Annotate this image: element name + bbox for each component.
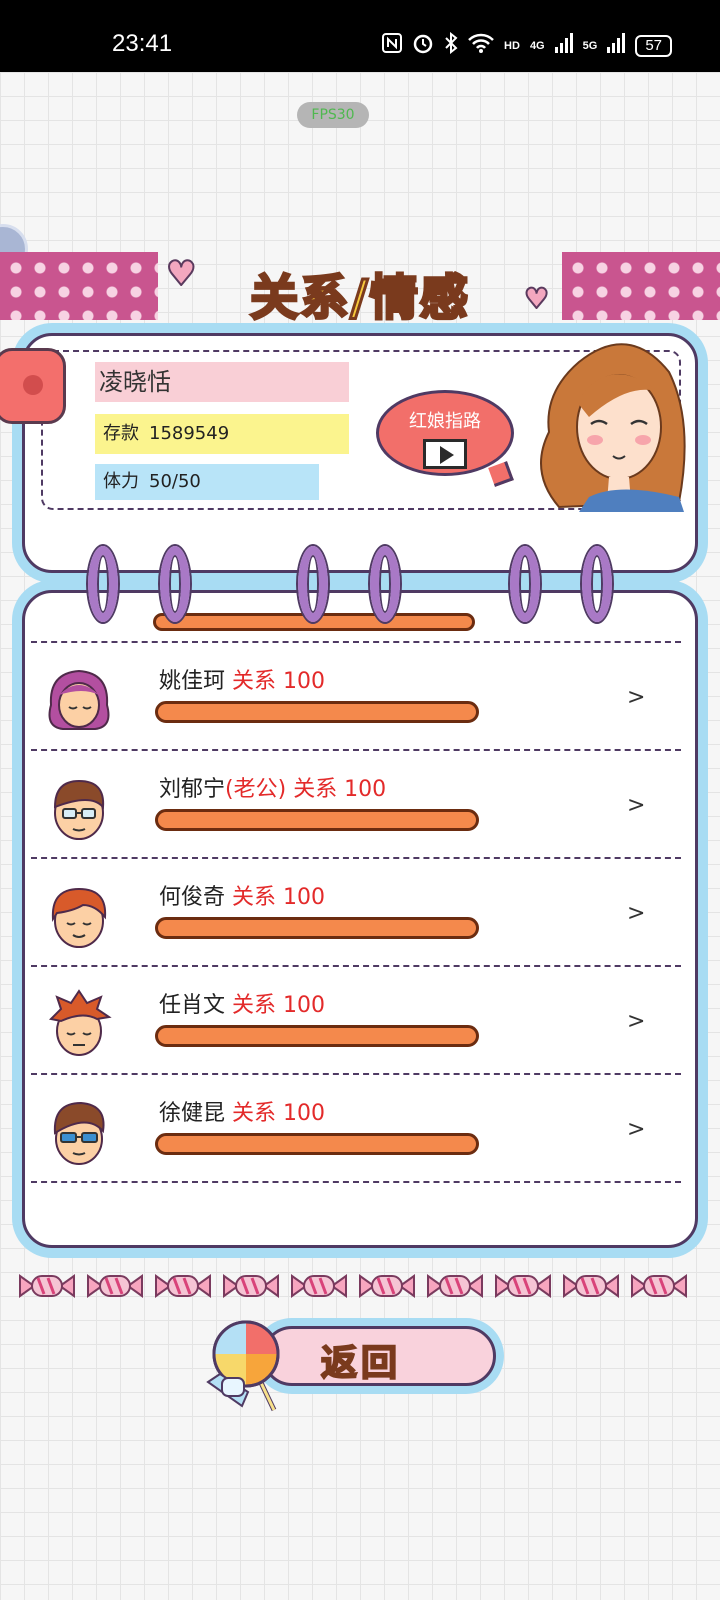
page-title: 关系/情感 (249, 269, 470, 328)
player-name: 凌晓恬 (95, 362, 349, 402)
relationship-label: 徐健昆 关系 100 (159, 1095, 325, 1127)
back-button[interactable]: 返回 (262, 1326, 496, 1386)
relationship-label: 姚佳珂 关系 100 (159, 663, 325, 695)
binder-ring (160, 546, 190, 622)
relationship-score: 关系 100 (232, 669, 326, 694)
decor-tape-left (0, 252, 158, 320)
relationship-label: 何俊奇 关系 100 (159, 879, 325, 911)
binder-ring (582, 546, 612, 622)
candy-icon (222, 1272, 280, 1300)
candy-icon (426, 1272, 484, 1300)
binder-ring (370, 546, 400, 622)
relationship-bar (155, 1025, 479, 1047)
video-play-icon (423, 439, 467, 469)
candy-icon (86, 1272, 144, 1300)
candy-icon (494, 1272, 552, 1300)
heart-icon: ♥ (523, 281, 550, 316)
man-red-hair-avatar (51, 887, 107, 948)
stamina-label: 体力 (103, 471, 139, 492)
relationship-row[interactable]: 刘郁宁(老公) 关系 100 > (31, 751, 681, 859)
signal-bars-icon (554, 33, 573, 59)
binder-ring (88, 546, 118, 622)
relationship-label: 刘郁宁(老公) 关系 100 (159, 771, 386, 803)
chevron-right-icon[interactable]: > (627, 793, 645, 818)
candy-icon (18, 1272, 76, 1300)
matchmaker-guide-label: 红娘指路 (409, 411, 481, 432)
woman-purple-hair-avatar (48, 669, 110, 730)
status-icons: HD 4G 5G 57 (382, 31, 672, 60)
person-name: 刘郁宁 (159, 777, 226, 802)
battery-indicator: 57 (635, 35, 672, 57)
relationship-bar (155, 917, 479, 939)
signal-bars-icon (607, 33, 626, 59)
relationship-row[interactable]: 任肖文 关系 100 > (31, 967, 681, 1075)
person-name: 姚佳珂 (159, 669, 226, 694)
chevron-right-icon[interactable]: > (627, 685, 645, 710)
person-name: 任肖文 (159, 993, 226, 1018)
relationship-list: 姚佳珂 关系 100 > 刘郁宁(老公) 关系 100 > 何俊奇 关系 100… (22, 590, 698, 1248)
relationship-row[interactable]: 姚佳珂 关系 100 > (31, 643, 681, 751)
money-label: 存款 (103, 423, 139, 444)
fps-badge: FPS30 (297, 102, 369, 128)
man-spiky-hair-avatar (48, 989, 112, 1056)
status-bar: 23:41 HD 4G 5G 57 (0, 0, 720, 72)
money-display: 存款 1589549 (95, 414, 349, 454)
wifi-icon (468, 33, 494, 59)
signal-5g-icon: 5G (582, 40, 598, 52)
man-glasses-avatar (53, 779, 105, 840)
relationship-label: 任肖文 关系 100 (159, 987, 325, 1019)
person-name: 何俊奇 (159, 885, 226, 910)
money-value: 1589549 (149, 423, 230, 444)
lollipop-candy-icon (206, 1320, 280, 1412)
decor-tape-right (562, 252, 720, 320)
hd-icon: HD (504, 40, 520, 52)
candy-decoration (18, 1272, 688, 1300)
nfc-icon (382, 33, 403, 59)
signal-4g-icon: 4G (529, 40, 545, 52)
relationship-score: 关系 100 (232, 993, 326, 1018)
candy-icon (154, 1272, 212, 1300)
back-button-label: 返回 (320, 1342, 402, 1385)
profile-side-tab (0, 348, 66, 424)
candy-icon (630, 1272, 688, 1300)
heart-icon: ♥ (165, 253, 198, 295)
stamina-display: 体力 50/50 (95, 464, 319, 500)
candy-icon (562, 1272, 620, 1300)
matchmaker-guide-button[interactable]: 红娘指路 (376, 390, 514, 476)
relationship-bar (155, 809, 479, 831)
chevron-right-icon[interactable]: > (627, 901, 645, 926)
candy-icon (290, 1272, 348, 1300)
relationship-score: 关系 100 (293, 777, 387, 802)
alarm-icon (412, 32, 434, 60)
profile-card: 凌晓恬 存款 1589549 体力 50/50 红娘指路 (22, 333, 698, 573)
bluetooth-icon (444, 31, 458, 60)
candy-icon (358, 1272, 416, 1300)
chevron-right-icon[interactable]: > (627, 1009, 645, 1034)
relationship-score: 关系 100 (232, 885, 326, 910)
relationship-score: 关系 100 (232, 1101, 326, 1126)
relationship-row[interactable]: 何俊奇 关系 100 > (31, 859, 681, 967)
relationship-row[interactable]: 徐健昆 关系 100 > (31, 1075, 681, 1183)
person-name: 徐健昆 (159, 1101, 226, 1126)
matchmaker-girl-illustration (540, 343, 686, 512)
relationship-bar (155, 1133, 479, 1155)
binder-ring (510, 546, 540, 622)
chevron-right-icon[interactable]: > (627, 1117, 645, 1142)
stamina-value: 50/50 (149, 471, 201, 492)
binder-ring (298, 546, 328, 622)
relationship-bar (155, 701, 479, 723)
man-sunglasses-avatar (53, 1101, 105, 1165)
relationship-tag: (老公) (225, 777, 287, 802)
status-time: 23:41 (112, 30, 173, 57)
